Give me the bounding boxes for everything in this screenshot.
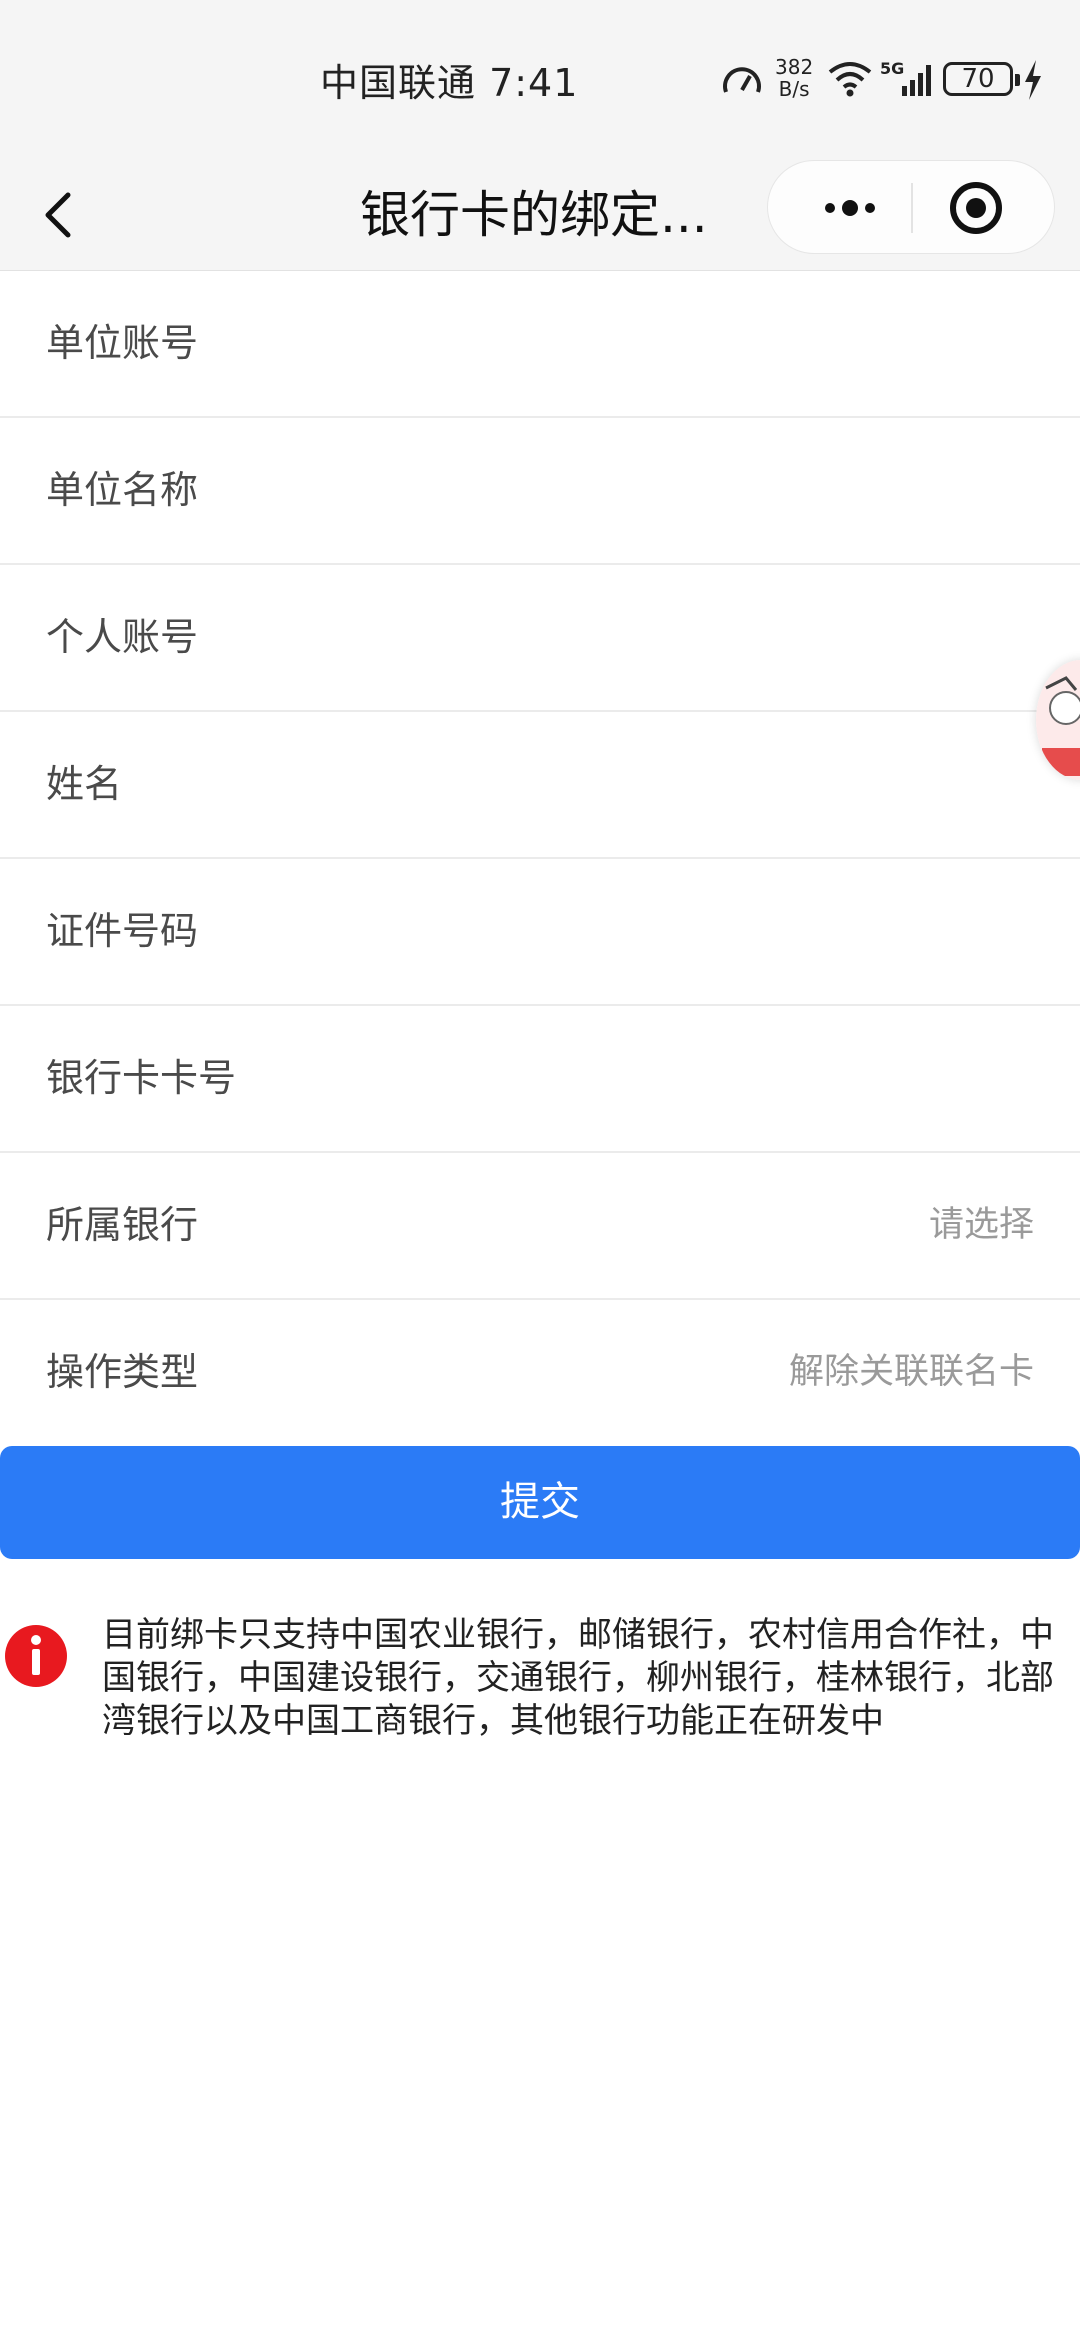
charging-bolt-icon (1025, 60, 1041, 100)
signal-icon: 5G (880, 60, 931, 96)
form-row-card-number[interactable]: 银行卡卡号 (0, 1006, 1080, 1153)
nav-bar: 银行卡的绑定... (0, 160, 1080, 271)
submit-button[interactable]: 提交 (0, 1446, 1080, 1559)
form-row-personal-account[interactable]: 个人账号 (0, 565, 1080, 712)
carrier-time: 中国联通 7:41 (320, 61, 579, 105)
form-row-name[interactable]: 姓名 (0, 712, 1080, 859)
target-circle-icon (950, 182, 1002, 234)
alert-icon (5, 1625, 67, 1687)
capsule-divider (911, 183, 913, 233)
bank-card-form: 单位账号 单位名称 个人账号 姓名 证件号码 银行卡卡号 所属银行 请选择 操作… (0, 271, 1080, 1447)
bank-picker-value[interactable]: 请选择 (929, 1153, 1034, 1298)
form-row-bank-select[interactable]: 所属银行 请选择 (0, 1153, 1080, 1300)
form-row-id-number[interactable]: 证件号码 (0, 859, 1080, 1006)
battery-tip (1015, 74, 1020, 86)
network-type-label: 5G (880, 60, 904, 78)
back-chevron-icon (45, 192, 71, 238)
network-rate: 382 B/s (775, 56, 813, 100)
operation-type-picker-value[interactable]: 解除关联联名卡 (789, 1300, 1034, 1445)
row-label: 所属银行 (46, 1203, 199, 1247)
network-rate-value: 382 (775, 55, 814, 79)
network-rate-unit: B/s (778, 77, 810, 101)
row-label: 单位名称 (46, 468, 199, 512)
back-button[interactable] (30, 180, 90, 250)
status-bar: 中国联通 7:41 382 B/s 5G 70 (0, 0, 1080, 160)
battery-indicator: 70 (943, 62, 1013, 96)
row-label: 个人账号 (46, 615, 199, 659)
more-dots-icon (825, 200, 875, 216)
row-label: 证件号码 (46, 909, 199, 953)
page-title: 银行卡的绑定... (360, 186, 708, 244)
form-row-operation-type[interactable]: 操作类型 解除关联联名卡 (0, 1300, 1080, 1447)
row-label: 操作类型 (46, 1350, 199, 1394)
row-label: 单位账号 (46, 321, 199, 365)
close-mini-program-button[interactable] (916, 161, 1036, 255)
speedometer-icon (723, 67, 761, 93)
notice-text: 目前绑卡只支持中国农业银行，邮储银行，农村信用合作社，中国银行，中国建设银行，交… (102, 1615, 1054, 1741)
mini-program-capsule (767, 160, 1055, 254)
form-row-unit-account[interactable]: 单位账号 (0, 271, 1080, 418)
row-label: 银行卡卡号 (46, 1056, 237, 1100)
row-label: 姓名 (46, 762, 123, 806)
form-row-unit-name[interactable]: 单位名称 (0, 418, 1080, 565)
more-button[interactable] (788, 161, 908, 255)
wifi-icon (828, 62, 872, 97)
